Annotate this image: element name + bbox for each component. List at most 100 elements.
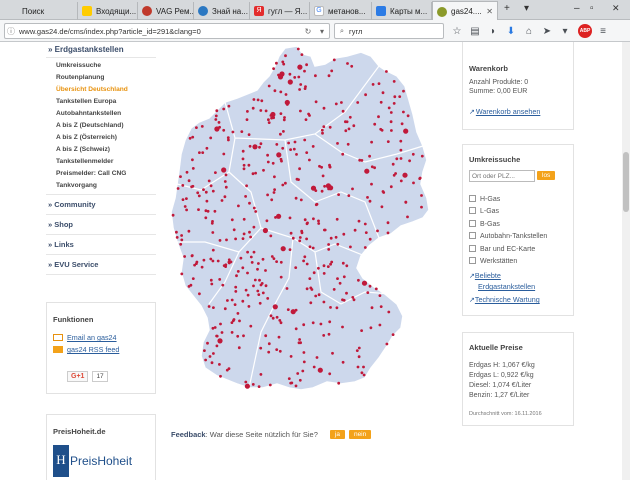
erdgastankstellen-link[interactable]: Erdgastankstellen [478,282,535,291]
station-marker[interactable] [358,158,362,162]
station-marker[interactable] [287,79,293,85]
station-marker[interactable] [299,109,302,113]
station-marker[interactable] [381,91,385,95]
station-marker[interactable] [371,83,375,86]
station-marker[interactable] [203,349,206,352]
station-marker[interactable] [211,231,215,234]
station-marker[interactable] [379,305,383,308]
station-marker[interactable] [344,129,348,133]
station-marker[interactable] [298,338,301,341]
station-marker[interactable] [412,181,415,185]
station-marker[interactable] [238,319,241,323]
station-marker[interactable] [233,303,237,306]
station-marker[interactable] [262,227,268,234]
station-marker[interactable] [272,191,276,194]
station-marker[interactable] [341,360,345,364]
station-marker[interactable] [289,148,292,151]
station-marker[interactable] [297,341,301,345]
tab-4[interactable]: Я гугл — Я... [250,2,310,20]
station-marker[interactable] [302,360,306,364]
station-marker[interactable] [236,334,240,338]
station-marker[interactable] [392,80,396,83]
station-marker[interactable] [283,116,286,119]
station-marker[interactable] [209,257,213,261]
nav-item-tankvorgang[interactable]: Tankvorgang [46,180,156,194]
filter-b-gas[interactable]: B-Gas [469,219,547,231]
station-marker[interactable] [305,63,308,67]
filter-l-gas[interactable]: L-Gas [469,206,547,218]
search-go-button[interactable]: los [537,171,556,180]
station-marker[interactable] [329,236,333,240]
station-marker[interactable] [349,245,352,249]
station-marker[interactable] [241,149,245,153]
station-marker[interactable] [258,278,261,282]
station-marker[interactable] [259,373,263,376]
station-marker[interactable] [278,349,282,353]
station-marker[interactable] [346,142,350,146]
station-marker[interactable] [328,372,332,376]
station-marker[interactable] [242,163,246,167]
station-marker[interactable] [281,60,285,64]
station-marker[interactable] [271,316,275,320]
station-marker[interactable] [420,205,423,209]
station-marker[interactable] [275,143,279,146]
station-marker[interactable] [218,363,221,366]
station-marker[interactable] [369,326,373,330]
station-marker[interactable] [292,147,296,151]
station-marker[interactable] [305,151,309,154]
station-marker[interactable] [267,350,271,354]
station-marker[interactable] [213,209,217,213]
station-marker[interactable] [284,54,287,58]
station-marker[interactable] [321,131,324,135]
station-marker[interactable] [400,122,404,126]
station-marker[interactable] [370,165,374,169]
station-marker[interactable] [220,199,224,202]
station-marker[interactable] [402,89,405,93]
station-marker[interactable] [398,95,402,98]
station-marker[interactable] [280,246,286,252]
station-marker[interactable] [298,88,301,91]
station-marker[interactable] [406,114,410,118]
station-marker[interactable] [222,152,226,156]
station-marker[interactable] [246,293,250,297]
station-marker[interactable] [200,265,204,269]
tab-list-icon[interactable]: ▾ [524,3,529,14]
station-marker[interactable] [391,162,395,166]
station-marker[interactable] [267,84,271,88]
station-marker[interactable] [273,89,277,93]
station-marker[interactable] [237,346,241,350]
station-marker[interactable] [408,159,411,163]
station-marker[interactable] [257,293,261,296]
station-marker[interactable] [272,67,275,70]
station-marker[interactable] [341,325,344,329]
nav-item-routenplanung[interactable]: Routenplanung [46,72,156,84]
station-marker[interactable] [248,201,251,205]
station-marker[interactable] [406,215,409,219]
station-marker[interactable] [330,69,334,73]
station-marker[interactable] [317,222,321,225]
station-marker[interactable] [268,383,272,387]
station-marker[interactable] [379,100,383,104]
station-marker[interactable] [226,299,229,302]
station-marker[interactable] [294,266,298,269]
station-marker[interactable] [183,205,187,208]
station-marker[interactable] [403,128,409,134]
station-marker[interactable] [254,171,257,175]
station-marker[interactable] [210,221,214,225]
station-marker[interactable] [294,196,298,200]
station-marker[interactable] [385,342,389,346]
station-marker[interactable] [245,184,248,188]
station-marker[interactable] [275,260,278,263]
feedback-yes-button[interactable]: ja [329,430,345,439]
station-marker[interactable] [258,301,262,305]
checkbox[interactable] [469,207,476,215]
station-marker[interactable] [340,101,343,104]
station-marker[interactable] [224,173,228,177]
station-marker[interactable] [360,329,363,332]
station-marker[interactable] [214,118,218,121]
station-marker[interactable] [187,179,191,183]
station-marker[interactable] [223,195,227,199]
station-marker[interactable] [298,236,302,239]
station-marker[interactable] [180,234,183,237]
filter-bar-ec[interactable]: Bar und EC-Karte [469,244,547,256]
